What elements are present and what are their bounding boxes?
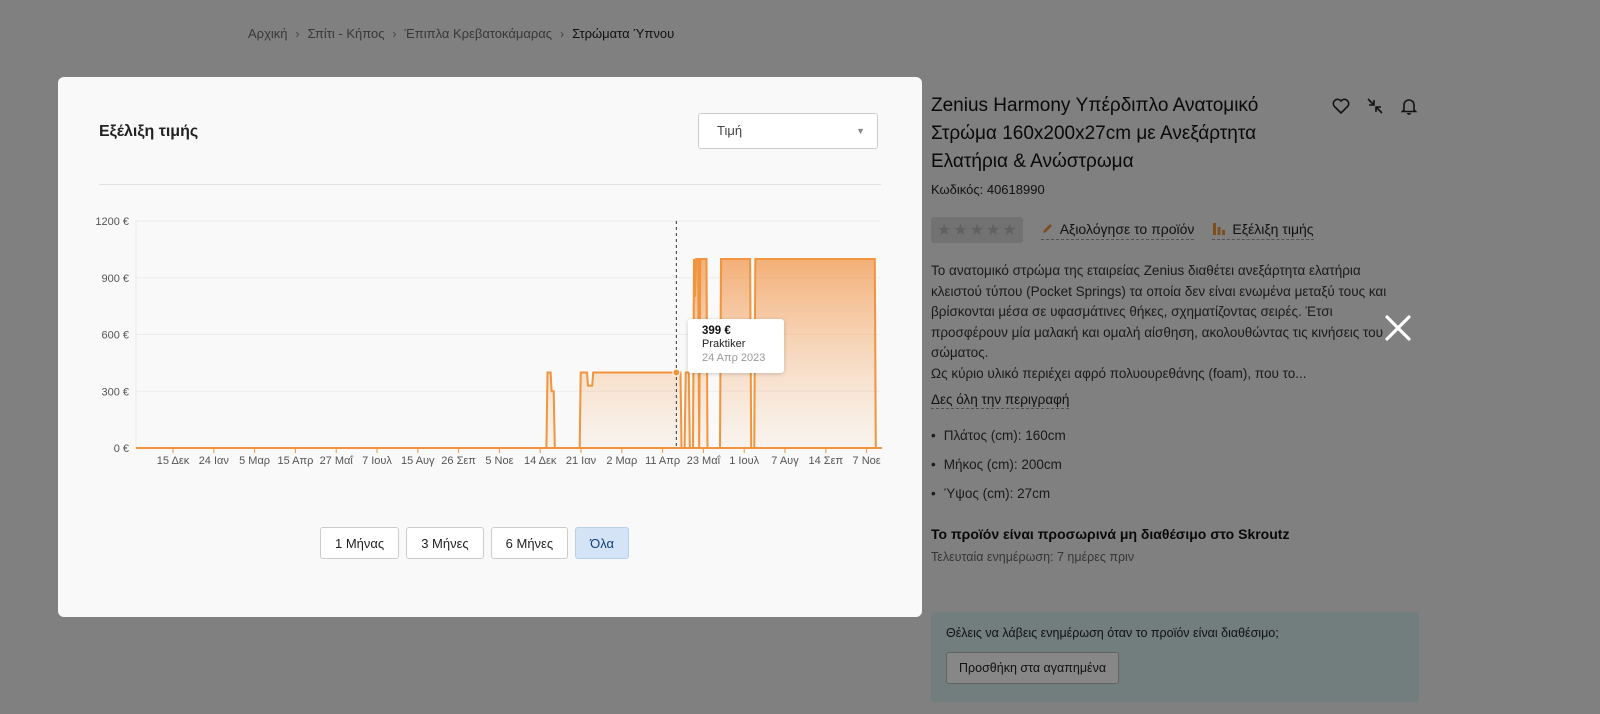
price-history-modal: Εξέλιξη τιμής Τιμή ▼ 1200 €900 €600 €300… (58, 77, 922, 617)
x-tick-label: 14 Σεπ (809, 455, 844, 467)
tooltip-price: 399 € (702, 325, 731, 337)
x-tick-label: 15 Απρ (277, 455, 313, 467)
y-tick-label: 300 € (101, 386, 129, 398)
x-tick-label: 7 Αυγ (771, 455, 799, 467)
range-3-months-button[interactable]: 3 Μήνες (406, 527, 484, 559)
x-tick-label: 14 Δεκ (524, 455, 557, 467)
x-tick-label: 5 Νοε (485, 455, 513, 467)
range-1-month-button[interactable]: 1 Μήνας (320, 527, 400, 559)
x-tick-label: 7 Νοε (853, 455, 881, 467)
x-tick-label: 21 Ιαν (566, 455, 597, 467)
x-tick-label: 27 Μαΐ (320, 455, 354, 467)
x-tick-label: 15 Δεκ (157, 455, 190, 467)
x-tick-label: 1 Ιουλ (729, 455, 759, 467)
range-buttons: 1 Μήνας 3 Μήνες 6 Μήνες Όλα (320, 527, 630, 559)
y-tick-label: 0 € (114, 443, 129, 455)
x-tick-label: 24 Ιαν (199, 455, 230, 467)
x-tick-label: 26 Σεπ (441, 455, 476, 467)
y-tick-label: 1200 € (95, 216, 129, 228)
x-tick-label: 5 Μαρ (239, 455, 270, 467)
price-tooltip: 399 € Praktiker 24 Απρ 2023 (688, 319, 784, 373)
y-tick-label: 900 € (101, 273, 129, 285)
hover-point[interactable] (672, 368, 681, 377)
x-tick-label: 23 Μαΐ (687, 455, 721, 467)
x-tick-label: 2 Μαρ (606, 455, 637, 467)
x-tick-label: 11 Απρ (645, 455, 680, 467)
close-icon[interactable] (1384, 314, 1412, 342)
x-tick-label: 15 Αυγ (401, 455, 435, 467)
range-all-button[interactable]: Όλα (575, 527, 630, 559)
price-chart: 1200 € 900 € 600 € 300 € 0 € 15 Δεκ 24 Ιαν 5 Μ… (95, 216, 882, 467)
tooltip-shop: Praktiker (702, 338, 746, 350)
y-tick-label: 600 € (101, 330, 129, 342)
x-tick-label: 7 Ιουλ (362, 455, 392, 467)
range-6-months-button[interactable]: 6 Μήνες (490, 527, 569, 559)
tooltip-date: 24 Απρ 2023 (702, 352, 766, 364)
